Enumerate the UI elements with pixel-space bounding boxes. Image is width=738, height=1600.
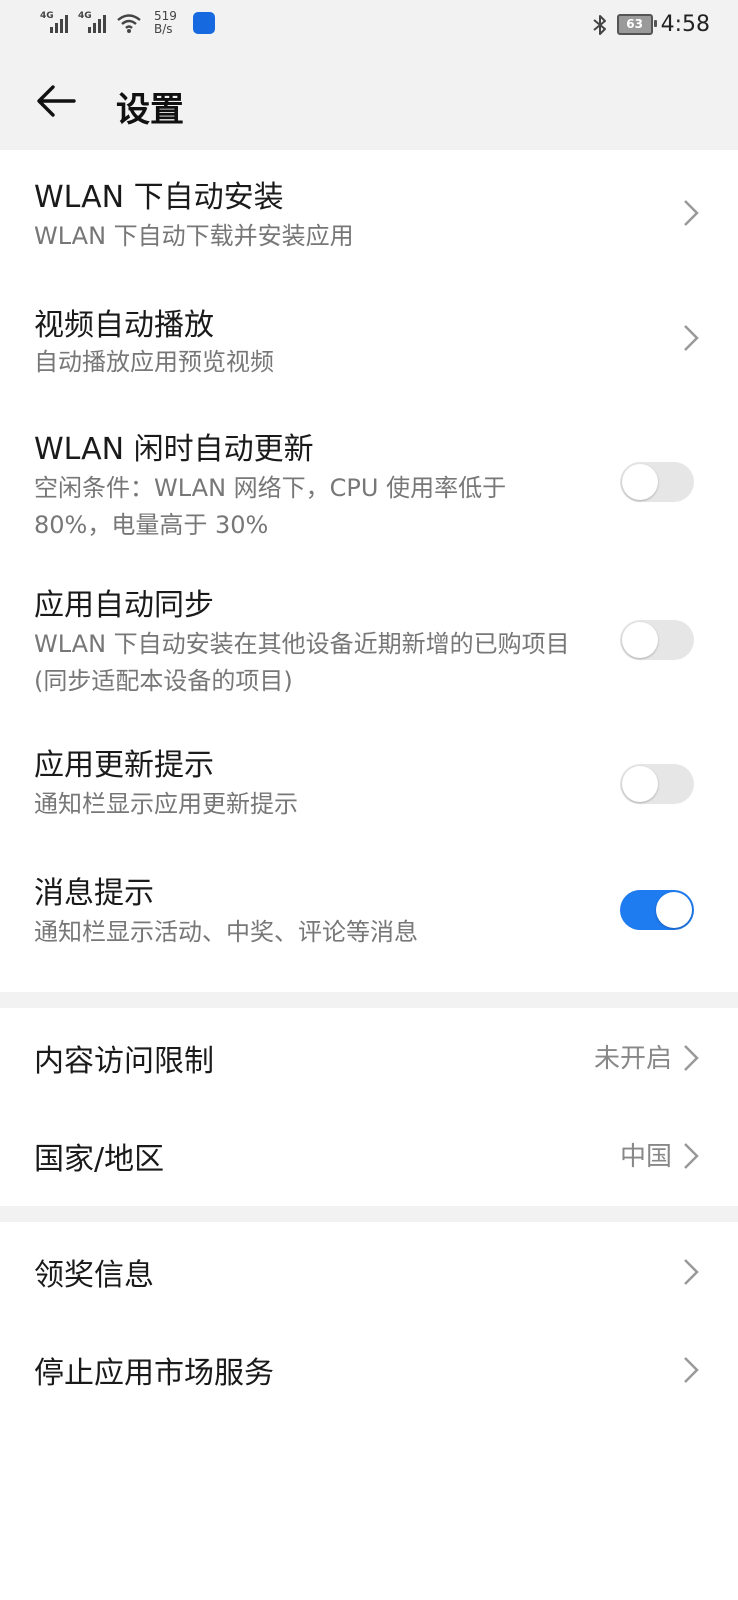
chevron-right-icon [684, 1143, 699, 1169]
toggle-switch[interactable] [620, 462, 694, 502]
setting-title: 视频自动播放 [34, 308, 214, 343]
clock: 4:58 [660, 12, 710, 37]
page-title: 设置 [116, 90, 184, 130]
setting-value: 中国 [619, 1142, 672, 1172]
setting-title: 消息提示 [34, 876, 154, 911]
setting-stop-service[interactable]: 停止应用市场服务 [0, 1322, 738, 1422]
speed-unit: B/s [154, 22, 173, 36]
setting-video-autoplay[interactable]: 视频自动播放 自动播放应用预览视频 [0, 278, 738, 398]
battery-icon: 63 [616, 14, 657, 35]
setting-subtitle: 通知栏显示应用更新提示 [34, 790, 298, 818]
setting-subtitle: 通知栏显示活动、中奖、评论等消息 [34, 918, 418, 946]
setting-title: 领奖信息 [34, 1258, 154, 1293]
chevron-right-icon [684, 1045, 699, 1071]
setting-title: 应用更新提示 [34, 748, 214, 783]
setting-subtitle: 自动播放应用预览视频 [34, 348, 274, 376]
setting-prize-info[interactable]: 领奖信息 [0, 1222, 738, 1322]
status-right: 63 4:58 [591, 12, 710, 37]
setting-message-notice: 消息提示 通知栏显示活动、中奖、评论等消息 [0, 846, 738, 992]
chevron-right-icon [684, 1357, 699, 1383]
toggle-knob [622, 464, 658, 500]
app-notification-icon [192, 12, 215, 34]
status-left: 4G 4G 519 B/s [40, 10, 215, 36]
setting-wlan-idle-update: WLAN 闲时自动更新 空闲条件：WLAN 网络下，CPU 使用率低于 80%，… [0, 398, 738, 558]
setting-content-restriction[interactable]: 内容访问限制 未开启 [0, 1008, 738, 1108]
setting-title: WLAN 下自动安装 [34, 180, 284, 215]
setting-title: 内容访问限制 [34, 1044, 214, 1079]
setting-country-region[interactable]: 国家/地区 中国 [0, 1108, 738, 1206]
toggle-knob [622, 766, 658, 802]
toggle-knob [622, 622, 658, 658]
setting-title: 应用自动同步 [34, 588, 214, 623]
chevron-right-icon [684, 325, 699, 351]
toggle-knob [656, 892, 692, 928]
setting-app-auto-sync: 应用自动同步 WLAN 下自动安装在其他设备近期新增的已购项目 (同步适配本设备… [0, 558, 738, 718]
signal-icon: 4G [40, 11, 70, 35]
status-bar: 4G 4G 519 B/s 63 4:58 [0, 0, 738, 52]
battery-level: 63 [626, 17, 643, 31]
bluetooth-icon [592, 14, 606, 35]
setting-subtitle: WLAN 下自动下载并安装应用 [34, 222, 354, 250]
toggle-switch[interactable] [620, 620, 694, 660]
chevron-right-icon [684, 1259, 699, 1285]
wifi-icon [117, 14, 141, 33]
section-divider [0, 1206, 738, 1222]
signal-icon-2: 4G [78, 11, 108, 35]
toggle-switch[interactable] [620, 764, 694, 804]
setting-subtitle: WLAN 下自动安装在其他设备近期新增的已购项目 (同步适配本设备的项目) [34, 630, 570, 695]
app-header: 设置 [0, 52, 738, 150]
setting-update-notice: 应用更新提示 通知栏显示应用更新提示 [0, 718, 738, 846]
setting-title: WLAN 闲时自动更新 [34, 432, 314, 467]
setting-subtitle: 空闲条件：WLAN 网络下，CPU 使用率低于 80%，电量高于 30% [34, 474, 507, 539]
back-arrow-icon[interactable] [36, 84, 76, 118]
toggle-switch[interactable] [620, 890, 694, 930]
chevron-right-icon [684, 200, 699, 226]
network-speed: 519 B/s [154, 10, 177, 36]
setting-title: 国家/地区 [34, 1142, 165, 1177]
setting-wlan-auto-install[interactable]: WLAN 下自动安装 WLAN 下自动下载并安装应用 [0, 150, 738, 278]
section-divider [0, 992, 738, 1008]
setting-value: 未开启 [593, 1044, 672, 1074]
setting-title: 停止应用市场服务 [34, 1356, 274, 1391]
